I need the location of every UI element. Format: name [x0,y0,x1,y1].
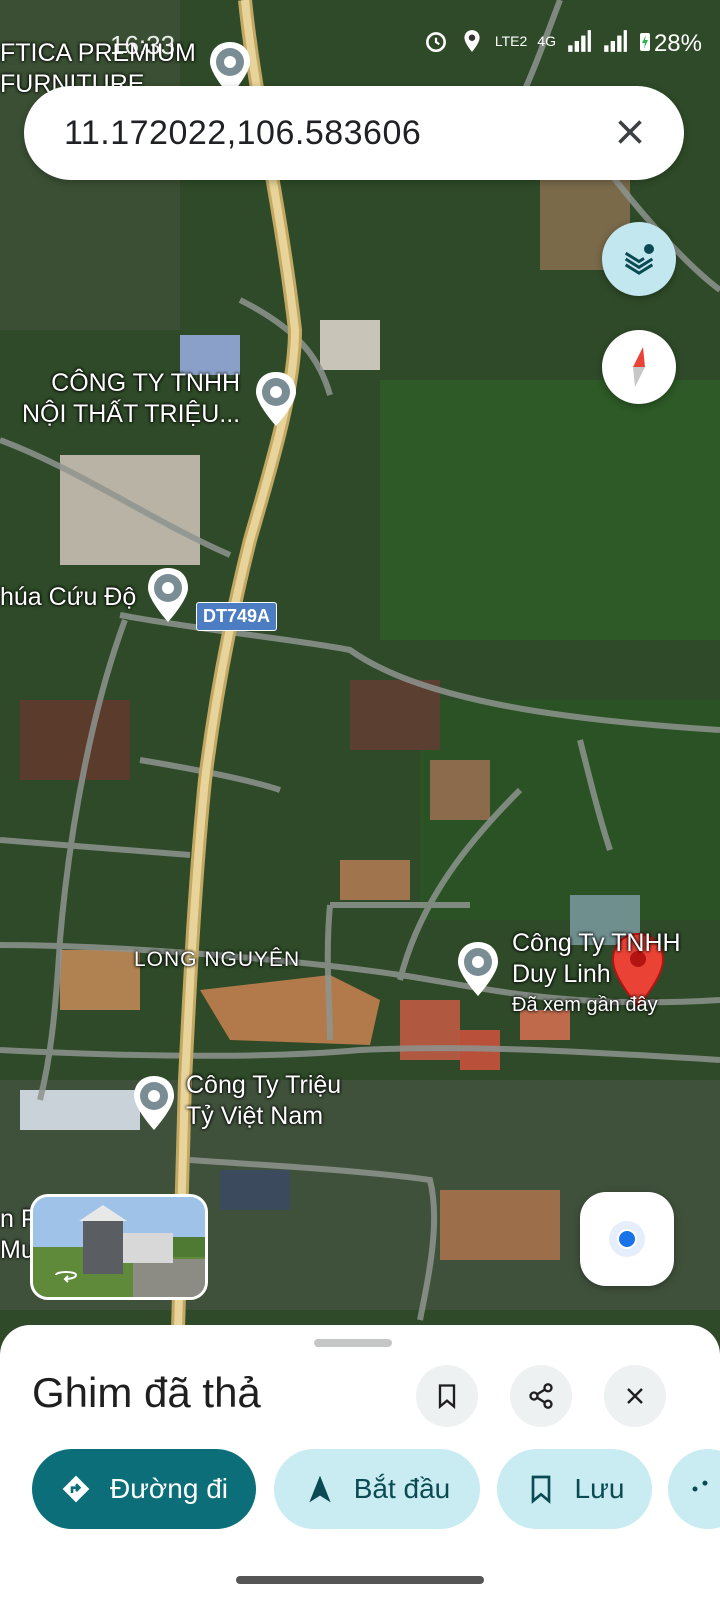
rotate-360-icon [55,1271,78,1283]
street-view-thumbnail[interactable] [30,1194,208,1300]
navigation-arrow-icon [309,1475,331,1503]
place-pin-icon[interactable] [252,370,300,430]
recently-viewed-label: Đã xem gần đây [512,994,658,1016]
signal-icon [568,30,591,52]
battery-charging-icon [640,33,650,51]
share-button[interactable] [510,1365,572,1427]
close-sheet-button[interactable] [604,1365,666,1427]
layers-icon [624,244,654,275]
road-shield-label: DT749A [196,602,278,631]
location-icon [464,30,480,52]
signal-label: 4G [537,33,556,49]
status-icons: LTE2 4G [423,28,652,54]
share-icon [529,1383,553,1409]
place-pin-icon[interactable] [130,1074,178,1134]
layers-button[interactable] [602,222,676,296]
status-bar: 16:33 LTE2 4G 28% [0,0,720,88]
search-bar[interactable]: 11.172022,106.583606 [24,86,684,180]
save-bookmark-button[interactable] [416,1365,478,1427]
save-button[interactable]: Lưu [497,1449,652,1529]
my-location-icon [609,1221,645,1257]
compass-icon [633,347,645,387]
place-label[interactable]: húa Cứu Độ [0,582,136,613]
place-label[interactable]: Công Ty Triệu Tỷ Việt Nam [186,1070,341,1132]
area-label: LONG NGUYÊN [134,948,301,971]
directions-label: Đường đi [109,1473,229,1504]
close-icon[interactable] [612,114,648,150]
more-actions-button[interactable] [668,1449,720,1529]
bookmark-icon [438,1384,456,1409]
directions-icon [62,1475,90,1503]
network-label: LTE2 [494,33,528,49]
place-label[interactable]: Công Ty TNHH Duy Linh [512,928,681,990]
bookmark-icon [531,1475,550,1504]
signal-icon [604,30,627,52]
my-location-button[interactable] [580,1192,674,1286]
place-bottom-sheet[interactable]: Ghim đã thả Đường đi Bắt đầu Lưu [0,1325,720,1600]
directions-button[interactable]: Đường đi [32,1449,256,1529]
sheet-drag-handle[interactable] [314,1339,392,1347]
save-label: Lưu [574,1473,625,1504]
alarm-icon [425,32,446,53]
compass-button[interactable] [602,330,676,404]
place-pin-icon[interactable] [454,940,502,1000]
battery-percent: 28% [653,30,702,57]
search-query[interactable]: 11.172022,106.583606 [64,114,421,153]
start-label: Bắt đầu [353,1473,451,1504]
status-time: 16:33 [110,30,176,60]
place-pin-icon[interactable] [144,566,192,626]
start-navigation-button[interactable]: Bắt đầu [274,1449,480,1529]
close-icon [627,1388,643,1404]
place-label[interactable]: CÔNG TY TNHH NỘI THẤT TRIỆU... [22,368,240,430]
share-icon [692,1480,708,1492]
gesture-bar[interactable] [236,1576,484,1584]
sheet-title: Ghim đã thả [32,1369,261,1416]
